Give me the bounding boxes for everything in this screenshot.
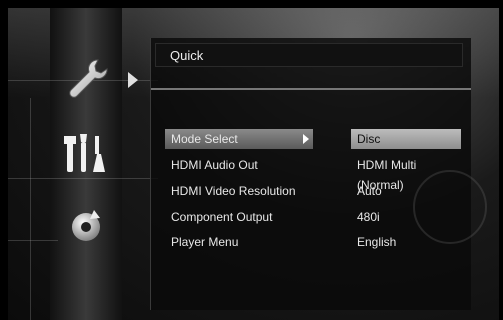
setting-value: English (357, 235, 397, 249)
grid-line (30, 98, 31, 320)
header-divider (151, 88, 471, 90)
setting-row-component-output[interactable]: Component Output 480i (171, 207, 461, 227)
settings-panel: Quick Mode Select Disc HDMI Audio Out HD… (150, 38, 487, 310)
setting-row-mode-select[interactable]: Mode Select Disc (165, 129, 461, 149)
category-settings[interactable] (58, 126, 114, 182)
wrench-icon (69, 59, 108, 98)
setting-row-hdmi-video-resolution[interactable]: HDMI Video Resolution Auto (171, 181, 461, 201)
selected-category-arrow (128, 72, 138, 88)
chevron-right-icon (303, 134, 309, 144)
setting-row-hdmi-audio-out[interactable]: HDMI Audio Out HDMI Multi (Normal) (171, 155, 461, 192)
category-disc-setup[interactable] (58, 198, 114, 254)
outer-frame-top (0, 0, 503, 8)
setting-row-player-menu[interactable]: Player Menu English (171, 232, 461, 252)
outer-frame-left (0, 0, 8, 320)
menu-screen: Quick Mode Select Disc HDMI Audio Out HD… (8, 8, 499, 320)
panel-title: Quick (155, 43, 463, 67)
setting-value: Auto (357, 184, 382, 198)
tools-icon (64, 134, 105, 172)
setting-value: 480i (357, 210, 380, 224)
setting-label: Component Output (171, 210, 273, 224)
setting-value: Disc (357, 132, 381, 146)
setting-label: HDMI Video Resolution (171, 184, 296, 198)
setting-label: Mode Select (171, 132, 238, 146)
grid-line (8, 240, 58, 241)
setting-label: HDMI Audio Out (171, 158, 258, 172)
setting-label: Player Menu (171, 235, 239, 249)
refresh-disc-icon (72, 210, 100, 241)
category-quick[interactable] (58, 50, 114, 106)
